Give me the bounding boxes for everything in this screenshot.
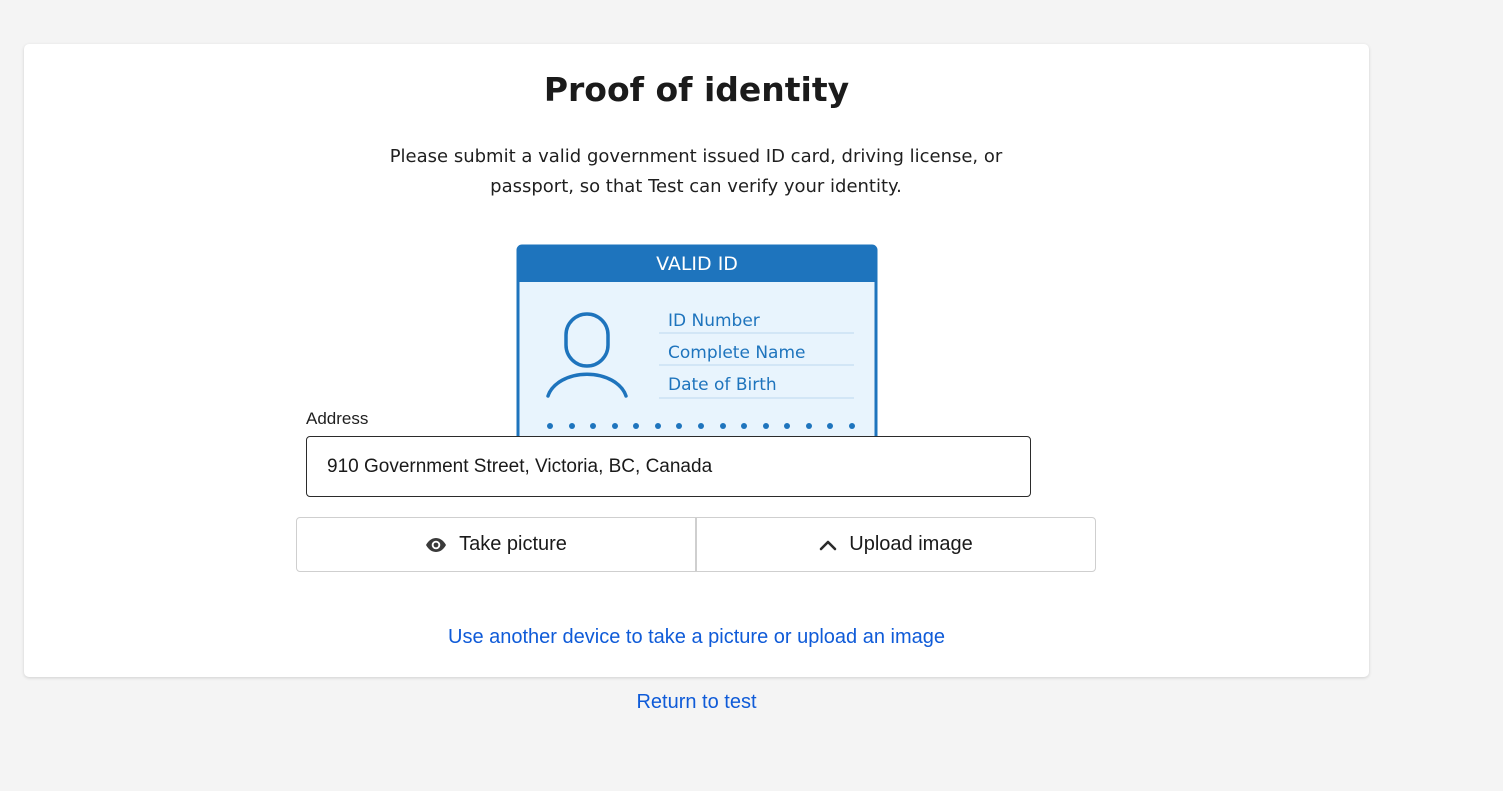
page-description: Please submit a valid government issued … [389, 146, 1003, 197]
take-picture-button[interactable]: Take picture [296, 517, 696, 572]
return-to-test-link[interactable]: Return to test [0, 691, 1393, 714]
address-label: Address [306, 409, 369, 428]
take-picture-label: Take picture [459, 533, 567, 555]
id-card-dots [547, 423, 855, 429]
eye-icon [425, 537, 447, 553]
id-field-label: Complete Name [668, 343, 806, 363]
upload-image-button[interactable]: Upload image [696, 517, 1096, 572]
address-input[interactable] [306, 436, 1031, 497]
use-another-device-link[interactable]: Use another device to take a picture or … [0, 626, 1393, 649]
chevron-up-icon [819, 539, 837, 551]
id-field-label: ID Number [668, 311, 760, 331]
upload-image-label: Upload image [849, 533, 973, 555]
id-card-illustration: VALID ID ID Number Complete Name Date of… [516, 244, 878, 437]
page-title: Proof of identity [543, 70, 850, 109]
id-field-label: Date of Birth [668, 375, 777, 395]
id-card-header: VALID ID [656, 253, 738, 275]
